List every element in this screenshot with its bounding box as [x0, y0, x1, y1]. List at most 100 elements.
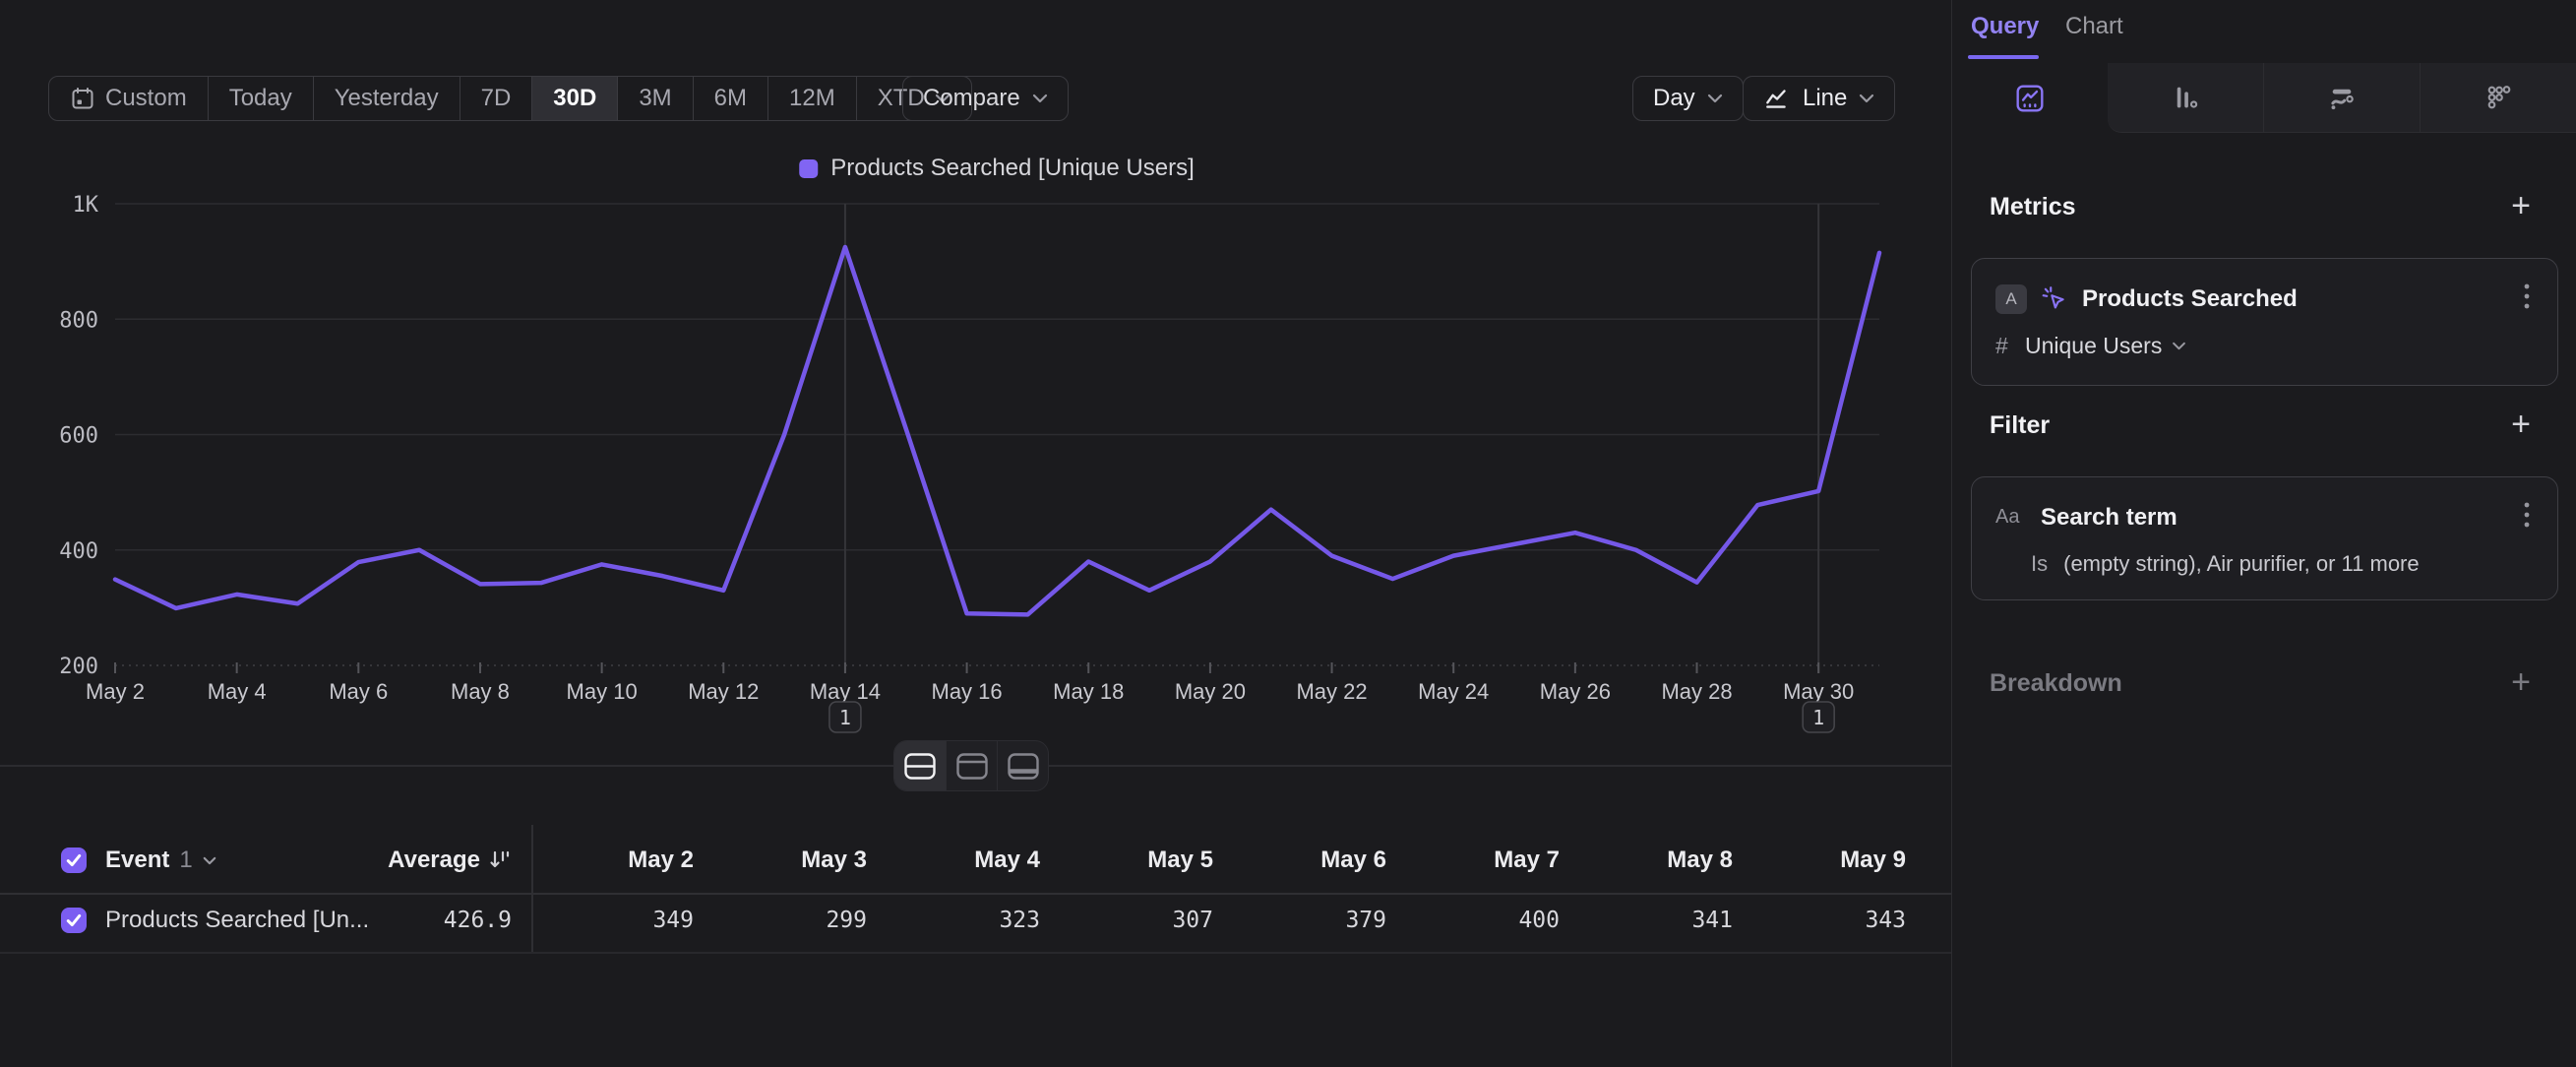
date-column-header[interactable]: May 8	[1565, 847, 1733, 874]
table-cell-value: 323	[873, 908, 1040, 933]
date-column-header[interactable]: May 6	[1219, 847, 1386, 874]
table-cell-value: 341	[1565, 908, 1733, 933]
line-chart[interactable]: 200 400 600 800 1K May 2 May 4 May 6 May 8 May 10…	[0, 0, 1951, 768]
metric-name: Products Searched	[2082, 285, 2506, 313]
filter-property-name: Search term	[2041, 504, 2506, 532]
query-sidebar: Query Chart Metrics + A Products Searche…	[1951, 0, 2576, 1067]
add-metric-button[interactable]: +	[2505, 191, 2537, 220]
series-line	[115, 247, 1879, 614]
metric-letter-badge: A	[1995, 284, 2027, 314]
check-icon	[66, 853, 82, 867]
annotation-badge[interactable]: 1	[829, 702, 861, 732]
check-icon	[66, 913, 82, 927]
event-cursor-icon	[2041, 285, 2068, 313]
y-axis-label: 400	[59, 539, 98, 564]
measure-dropdown[interactable]: Unique Users	[2025, 333, 2186, 359]
date-column-header[interactable]: May 9	[1739, 847, 1906, 874]
tab-query-underline	[1968, 55, 2039, 59]
report-type-tabs	[1952, 63, 2576, 133]
flows-icon	[2327, 83, 2357, 112]
select-all-checkbox[interactable]	[61, 847, 87, 873]
annotation-badge[interactable]: 1	[1803, 702, 1834, 732]
table-header-border	[0, 893, 1951, 895]
insights-line-icon	[2015, 84, 2045, 113]
table-row-border	[0, 952, 1951, 954]
average-header-label: Average	[388, 847, 480, 874]
table-row-name[interactable]: Products Searched [Un...	[105, 907, 369, 934]
table-cell-value: 349	[526, 908, 694, 933]
report-tab-insights-line[interactable]	[1952, 63, 2108, 133]
report-tab-retention-dots[interactable]	[2420, 63, 2576, 133]
add-breakdown-button[interactable]: +	[2505, 667, 2537, 697]
split-view[interactable]	[894, 741, 946, 790]
y-axis-label: 600	[59, 424, 98, 449]
x-axis-label: May 6	[329, 679, 388, 704]
x-axis-label: May 18	[1053, 679, 1124, 704]
x-axis-label: May 22	[1296, 679, 1367, 704]
x-axis-label: May 10	[567, 679, 638, 704]
retention-dots-icon	[2484, 83, 2514, 112]
add-filter-button[interactable]: +	[2505, 409, 2537, 439]
event-count: 1	[179, 847, 192, 874]
table-cell-value: 307	[1046, 908, 1213, 933]
date-column-header[interactable]: May 7	[1392, 847, 1560, 874]
view-toggle	[893, 740, 1049, 791]
table-row-average: 426.9	[344, 908, 512, 933]
analytics-app: CustomTodayYesterday7D30D3M6M12MXTD Comp…	[0, 0, 2576, 1067]
x-axis-label: May 2	[86, 679, 145, 704]
average-sort-header[interactable]: Average	[344, 847, 512, 874]
x-axis-label: May 26	[1540, 679, 1611, 704]
date-column-header[interactable]: May 5	[1046, 847, 1213, 874]
filter-card[interactable]: Aa Search term Is (empty string), Air pu…	[1971, 476, 2558, 600]
y-axis-label: 200	[59, 655, 98, 679]
metric-card[interactable]: A Products Searched # Unique Users	[1971, 258, 2558, 386]
chart-only-view[interactable]	[946, 741, 997, 790]
x-axis-label: May 30	[1783, 679, 1854, 704]
x-axis-label: May 20	[1175, 679, 1246, 704]
metric-menu-kebab-icon[interactable]	[2520, 281, 2534, 317]
split-view-icon	[904, 753, 936, 780]
x-axis-label: May 28	[1661, 679, 1732, 704]
x-axis-label: May 24	[1418, 679, 1489, 704]
svg-text:1: 1	[1812, 706, 1824, 729]
event-header-dropdown[interactable]: Event 1	[105, 847, 216, 874]
table-cell-value: 379	[1219, 908, 1386, 933]
chevron-down-icon	[203, 856, 216, 865]
measure-label: Unique Users	[2025, 333, 2162, 359]
table-cell-value: 400	[1392, 908, 1560, 933]
string-property-icon: Aa	[1995, 506, 2027, 529]
date-column-header[interactable]: May 4	[873, 847, 1040, 874]
report-tab-bar-chart[interactable]	[2108, 63, 2263, 133]
date-column-header[interactable]: May 3	[700, 847, 867, 874]
sort-descending-icon	[488, 849, 512, 871]
table-only-view-icon	[1008, 753, 1039, 780]
y-axis-label: 1K	[73, 193, 99, 218]
x-axis-label: May 14	[810, 679, 881, 704]
row-checkbox[interactable]	[61, 908, 87, 933]
x-axis-label: May 12	[688, 679, 759, 704]
metrics-title: Metrics	[1990, 193, 2076, 221]
bar-chart-icon	[2171, 83, 2200, 112]
chart-only-view-icon	[956, 753, 988, 780]
y-axis-label: 800	[59, 308, 98, 333]
x-axis-label: May 4	[208, 679, 267, 704]
filter-menu-kebab-icon[interactable]	[2520, 499, 2534, 535]
report-tab-flows[interactable]	[2263, 63, 2420, 133]
filter-value[interactable]: (empty string), Air purifier, or 11 more	[2063, 551, 2420, 577]
x-axis-label: May 8	[451, 679, 510, 704]
table-only-view[interactable]	[997, 741, 1048, 790]
svg-text:1: 1	[839, 706, 851, 729]
measure-type-symbol: #	[1995, 333, 2009, 359]
chevron-down-icon	[2172, 342, 2186, 350]
event-header-label: Event	[105, 847, 169, 874]
breakdown-title: Breakdown	[1990, 669, 2122, 698]
table-cell-value: 299	[700, 908, 867, 933]
filter-title: Filter	[1990, 411, 2050, 440]
date-column-header[interactable]: May 2	[526, 847, 694, 874]
tab-chart[interactable]: Chart	[2065, 13, 2123, 40]
filter-operator[interactable]: Is	[2031, 551, 2048, 577]
tab-query[interactable]: Query	[1971, 13, 2039, 40]
table-cell-value: 343	[1739, 908, 1906, 933]
main-area: CustomTodayYesterday7D30D3M6M12MXTD Comp…	[0, 0, 1951, 1067]
x-axis-label: May 16	[932, 679, 1003, 704]
